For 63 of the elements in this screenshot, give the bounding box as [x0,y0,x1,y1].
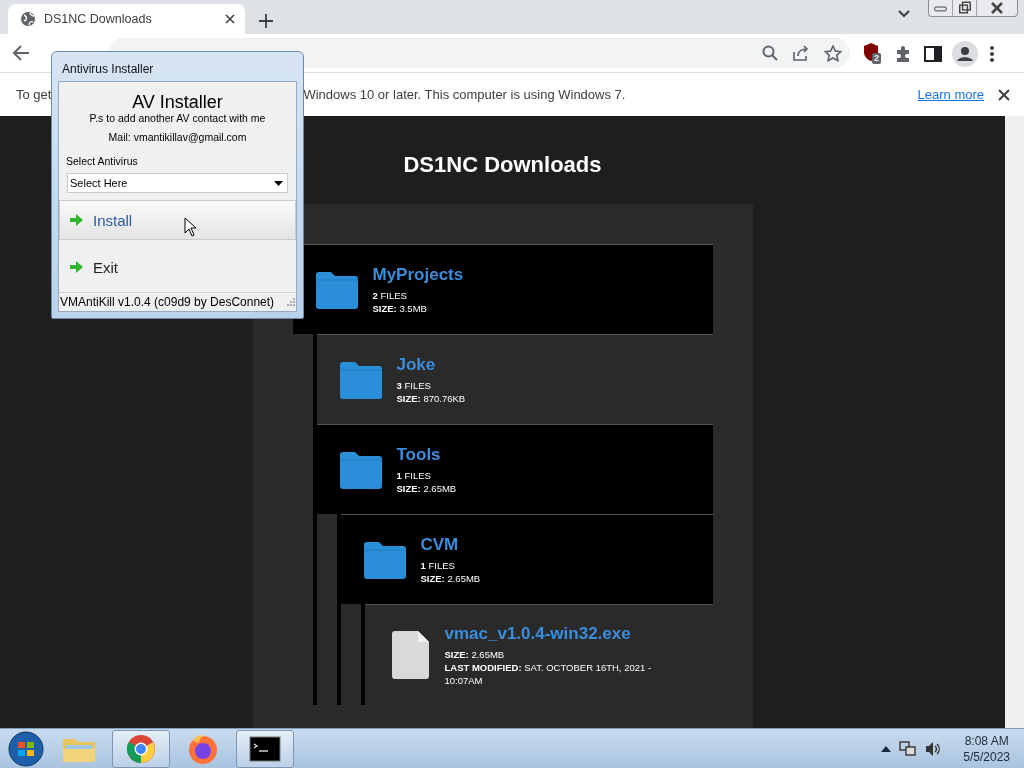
folder-icon [337,450,383,489]
file-icon [391,631,429,679]
mail-text: Mail: vmantikillav@gmail.com [107,131,248,143]
folder-row[interactable]: CVM 1 FILES SIZE: 2.65MB [340,514,713,604]
browser-tab[interactable]: DS1NC Downloads [8,4,245,34]
search-icon[interactable] [762,45,778,61]
learn-more-link[interactable]: Learn more [917,87,984,102]
item-name[interactable]: Tools [396,444,457,465]
arrow-icon [69,261,83,273]
field-label: Select Antivirus [66,155,139,167]
plus-icon[interactable] [259,14,273,28]
fox-browser-icon[interactable] [187,732,219,765]
folder-icon [337,360,383,399]
chevron-icon[interactable] [897,9,911,19]
caret-icon [274,180,283,186]
console-icon[interactable] [249,735,281,762]
arrow-icon [69,214,83,226]
item-detail: SIZE: 870.76KB [396,391,466,405]
resize-grip-icon[interactable] [286,297,296,307]
network-icon[interactable] [899,740,918,757]
item-detail: 1 FILES [396,468,432,482]
clock-date[interactable]: 5/5/2023 [963,748,1010,765]
item-detail: SIZE: 3.5MB [372,301,428,315]
item-detail: 3 FILES [396,378,432,392]
clock-time[interactable]: 8:08 AM [963,732,1010,749]
close-icon[interactable] [225,14,235,24]
folder-icon [361,540,407,579]
item-name[interactable]: vmac_v1.0.4-win32.exe [444,623,660,644]
antivirus-dropdown[interactable]: Select Here [67,173,288,193]
command-button[interactable]: Install [59,200,296,240]
item-name[interactable]: Joke [396,354,466,375]
folder-row[interactable]: Tools 1 FILES SIZE: 2.65MB [316,424,713,514]
info-text: To get [16,87,52,102]
item-detail: 1 FILES [420,558,456,572]
avatar-icon[interactable] [952,41,978,67]
item-detail: SIZE: 2.65MB [444,647,506,661]
scrollbar[interactable] [1005,116,1024,728]
star-icon[interactable] [824,44,842,62]
back-icon[interactable] [12,45,30,61]
up-arrow-icon[interactable] [881,745,892,752]
folder-row[interactable]: MyProjects 2 FILES SIZE: 3.5MB [292,244,713,334]
info-text: Windows 10 or later. This computer is using Windows 7. [303,87,627,102]
page-heading: DS1NC Downloads [403,152,602,178]
item-detail: SIZE: 2.65MB [396,481,457,495]
share-icon[interactable] [792,45,810,61]
globe-icon [20,11,36,27]
window-title: Antivirus Installer [61,61,155,78]
browser-icon[interactable] [126,733,156,764]
item-detail: 2 FILES [372,288,408,302]
folder-icon [313,270,359,309]
note-text: P.s to add another AV contact with me [88,112,267,124]
item-detail: LAST MODIFIED: SAT. OCTOBER 16TH, 2021 - 10:07AM [444,660,653,687]
item-name[interactable]: MyProjects [372,264,464,285]
item-detail: SIZE: 2.65MB [420,571,481,585]
speaker-icon[interactable] [925,740,942,757]
status-text: VMAntiKill v1.0.4 (c09d9 by DesConnet) [60,295,275,309]
close-icon[interactable] [998,88,1010,101]
item-name[interactable]: CVM [420,534,481,555]
count-badge: 2 [872,53,881,64]
side-panel-icon[interactable] [922,44,944,64]
cursor-icon [184,217,197,237]
start-button[interactable] [6,729,46,768]
dialog-heading: AV Installer [131,92,224,112]
